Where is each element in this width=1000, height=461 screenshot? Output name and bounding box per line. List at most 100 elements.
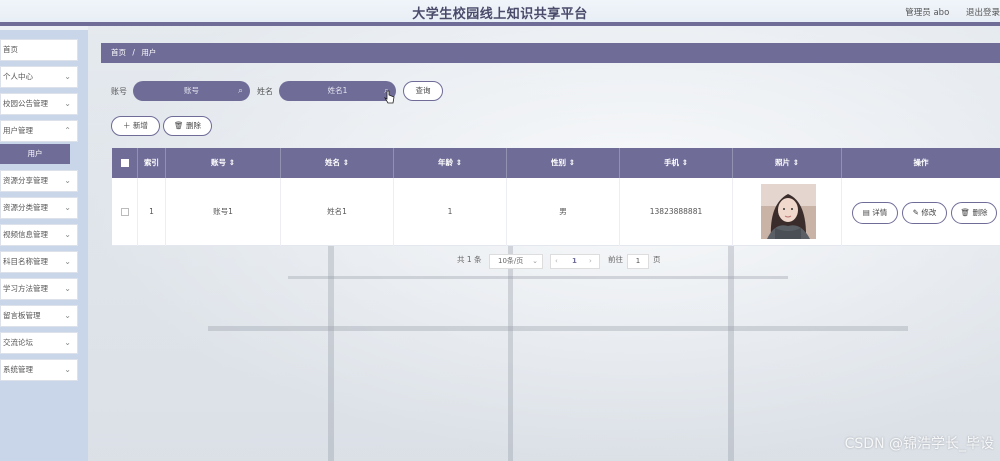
breadcrumb-home[interactable]: 首页 bbox=[111, 48, 126, 57]
sidebar-item-home[interactable]: 首页 bbox=[0, 39, 78, 61]
header-right: 管理员 abo 退出登录 bbox=[891, 6, 1000, 18]
sidebar-item-label: 用户管理 bbox=[3, 126, 33, 135]
sidebar-item-forum[interactable]: 交流论坛 ⌄ bbox=[0, 332, 78, 354]
sidebar-item-personal-center[interactable]: 个人中心 ⌄ bbox=[0, 66, 78, 88]
sort-icon: ⇕ bbox=[681, 158, 688, 167]
sidebar-item-label: 系统管理 bbox=[3, 365, 33, 374]
sort-icon: ⇕ bbox=[792, 158, 799, 167]
sidebar-item-system-management[interactable]: 系统管理 ⌄ bbox=[0, 359, 78, 381]
trash-icon: 🗑 bbox=[174, 121, 186, 130]
sort-icon: ⇕ bbox=[342, 158, 349, 167]
edit-button[interactable]: ✎ 修改 bbox=[902, 202, 947, 224]
chevron-down-icon: ⌄ bbox=[64, 176, 71, 185]
cell-index: 1 bbox=[138, 178, 166, 246]
sidebar-item-user-management[interactable]: 用户管理 ⌃ bbox=[0, 120, 78, 142]
sidebar-item-message-board[interactable]: 留言板管理 ⌄ bbox=[0, 305, 78, 327]
logout-link[interactable]: 退出登录 bbox=[966, 8, 1000, 18]
top-header: 大学生校园线上知识共享平台 管理员 abo 退出登录 bbox=[0, 0, 1000, 26]
chevron-down-icon: ⌄ bbox=[64, 257, 71, 266]
chevron-down-icon: ⌄ bbox=[64, 99, 71, 108]
account-input-text: 账号 bbox=[184, 86, 199, 95]
chevron-down-icon: ⌄ bbox=[64, 311, 71, 320]
goto-suffix: 页 bbox=[653, 255, 661, 264]
row-delete-button[interactable]: 🗑 删除 bbox=[951, 202, 997, 224]
sidebar-item-label: 视频信息管理 bbox=[3, 230, 48, 239]
breadcrumb: 首页 / 用户 bbox=[101, 43, 1000, 63]
sidebar-item-label: 首页 bbox=[3, 45, 18, 54]
column-header-account[interactable]: 账号 ⇕ bbox=[166, 148, 281, 178]
sidebar-item-label: 校园公告管理 bbox=[3, 99, 48, 108]
chevron-down-icon: ⌄ bbox=[532, 257, 538, 265]
plus-icon: ＋ bbox=[123, 121, 133, 130]
background-pole bbox=[728, 236, 734, 461]
sort-icon: ⇕ bbox=[568, 158, 575, 167]
column-header-phone[interactable]: 手机 ⇕ bbox=[620, 148, 733, 178]
sidebar-item-label: 个人中心 bbox=[3, 72, 33, 81]
chevron-down-icon: ⌄ bbox=[64, 203, 71, 212]
sidebar-item-label: 科目名称管理 bbox=[3, 257, 48, 266]
sidebar: 首页 个人中心 ⌄ 校园公告管理 ⌄ 用户管理 ⌃ 用户 资源分享管理 ⌄ 资源分类管理… bbox=[0, 30, 88, 461]
cell-age: 1 bbox=[394, 178, 507, 246]
sidebar-subitem-user[interactable]: 用户 bbox=[0, 144, 70, 164]
chevron-down-icon: ⌄ bbox=[64, 230, 71, 239]
page-number-current[interactable]: 1 bbox=[572, 255, 577, 268]
add-button[interactable]: ＋ 新增 bbox=[111, 116, 160, 136]
user-photo[interactable] bbox=[761, 184, 816, 239]
cell-gender: 男 bbox=[507, 178, 620, 246]
column-header-gender[interactable]: 性别 ⇕ bbox=[507, 148, 620, 178]
row-select[interactable] bbox=[112, 178, 138, 246]
column-header-label: 姓名 bbox=[325, 158, 341, 167]
column-header-label: 年龄 bbox=[438, 158, 454, 167]
trash-icon: 🗑 bbox=[960, 208, 973, 217]
document-icon: ▤ bbox=[862, 208, 873, 217]
column-header-label: 账号 bbox=[211, 158, 227, 167]
column-header-label: 手机 bbox=[664, 158, 680, 167]
prev-page-button[interactable]: ‹ bbox=[555, 255, 558, 268]
watermark: CSDN @锦浩学长_毕设 bbox=[844, 436, 994, 452]
next-page-button[interactable]: › bbox=[589, 255, 592, 268]
chevron-down-icon: ⌄ bbox=[64, 284, 71, 293]
add-button-label: 新增 bbox=[132, 121, 148, 130]
detail-button[interactable]: ▤ 详情 bbox=[852, 202, 898, 224]
pagination-total: 共 1 条 bbox=[457, 255, 482, 264]
column-header-label: 性别 bbox=[551, 158, 567, 167]
account-label: 账号 bbox=[111, 87, 127, 96]
sidebar-item-label: 资源分类管理 bbox=[3, 203, 48, 212]
sidebar-item-label: 交流论坛 bbox=[3, 338, 33, 347]
chevron-up-icon: ⌃ bbox=[64, 126, 71, 135]
column-header-photo[interactable]: 照片 ⇕ bbox=[733, 148, 842, 178]
sidebar-item-label: 资源分享管理 bbox=[3, 176, 48, 185]
sort-icon: ⇕ bbox=[228, 158, 235, 167]
sidebar-item-video-info[interactable]: 视频信息管理 ⌄ bbox=[0, 224, 78, 246]
chevron-down-icon: ⌄ bbox=[64, 338, 71, 347]
query-button[interactable]: 查询 bbox=[403, 81, 443, 101]
edit-button-label: 修改 bbox=[921, 208, 937, 217]
background-beam bbox=[208, 326, 908, 331]
sidebar-item-resource-category[interactable]: 资源分类管理 ⌄ bbox=[0, 197, 78, 219]
goto-page-input[interactable]: 1 bbox=[627, 254, 649, 269]
cell-name: 姓名1 bbox=[281, 178, 394, 246]
column-header-name[interactable]: 姓名 ⇕ bbox=[281, 148, 394, 178]
name-search-input[interactable]: 姓名1 ⌕ bbox=[279, 81, 396, 101]
table-header: 索引 账号 ⇕ 姓名 ⇕ 年龄 ⇕ 性别 ⇕ 手机 ⇕ 照片 ⇕ 操作 bbox=[112, 148, 1000, 178]
cell-phone: 13823888881 bbox=[620, 178, 733, 246]
search-icon: ⌕ bbox=[237, 86, 243, 96]
delete-button-label: 删除 bbox=[185, 121, 201, 130]
name-input-text: 姓名1 bbox=[327, 86, 348, 95]
column-header-index: 索引 bbox=[138, 148, 166, 178]
chevron-down-icon: ⌄ bbox=[64, 72, 71, 81]
sort-icon: ⇕ bbox=[455, 158, 462, 167]
page-size-select[interactable]: 10条/页 ⌄ bbox=[489, 254, 543, 269]
account-search-input[interactable]: 账号 ⌕ bbox=[133, 81, 250, 101]
site-title: 大学生校园线上知识共享平台 bbox=[412, 7, 588, 22]
sidebar-item-study-method[interactable]: 学习方法管理 ⌄ bbox=[0, 278, 78, 300]
sidebar-item-notice-management[interactable]: 校园公告管理 ⌄ bbox=[0, 93, 78, 115]
sidebar-item-resource-share[interactable]: 资源分享管理 ⌄ bbox=[0, 170, 78, 192]
sidebar-item-label: 留言板管理 bbox=[3, 311, 41, 320]
sidebar-item-subject-name[interactable]: 科目名称管理 ⌄ bbox=[0, 251, 78, 273]
column-header-age[interactable]: 年龄 ⇕ bbox=[394, 148, 507, 178]
header-select-all[interactable] bbox=[112, 148, 138, 178]
batch-delete-button[interactable]: 🗑 删除 bbox=[163, 116, 212, 136]
column-header-label: 照片 bbox=[775, 158, 791, 167]
goto-prefix: 前往 bbox=[608, 255, 623, 264]
